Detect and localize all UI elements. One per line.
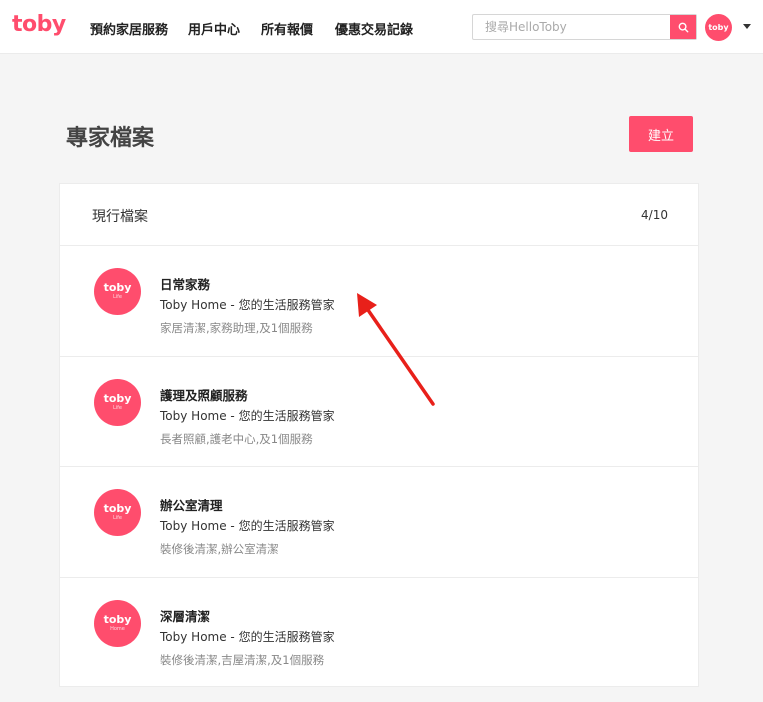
avatar-sub-text: Home xyxy=(110,625,125,632)
create-profile-button[interactable]: 建立 xyxy=(629,116,693,152)
profile-avatar: toby Home xyxy=(94,599,141,647)
profile-subtitle: Toby Home - 您的生活服務管家 xyxy=(160,629,335,644)
profile-services: 長者照顧,護老中心,及1個服務 xyxy=(160,431,313,446)
profile-avatar: toby Life xyxy=(94,378,141,426)
profile-avatar: toby Life xyxy=(94,268,141,315)
avatar-sub-text: Life xyxy=(112,515,122,521)
profile-item[interactable]: toby Home 深層清潔 Toby Home - 您的生活服務管家 裝修後清… xyxy=(60,578,698,689)
profile-subtitle: Toby Home - 您的生活服務管家 xyxy=(160,519,335,533)
profile-item[interactable]: toby Life 日常家務 Toby Home - 您的生活服務管家 家居清潔… xyxy=(60,246,698,357)
search-icon xyxy=(678,22,688,32)
card-header: 現行檔案 4/10 xyxy=(60,184,698,246)
profile-services: 裝修後清潔,吉屋清潔,及1個服務 xyxy=(160,652,325,667)
page-title: 專家檔案 xyxy=(66,126,155,151)
nav-item-deal-records[interactable]: 優惠交易記錄 xyxy=(335,19,413,38)
profile-subtitle: Toby Home - 您的生活服務管家 xyxy=(160,298,335,312)
profile-count: 4/10 xyxy=(641,208,668,222)
card-title: 現行檔案 xyxy=(92,209,148,225)
profile-name: 日常家務 xyxy=(160,277,211,292)
search-input[interactable] xyxy=(473,15,671,39)
nav-item-all-quotes[interactable]: 所有報價 xyxy=(261,19,313,38)
profiles-card: 現行檔案 4/10 toby Life 日常家務 Toby Home - 您的生… xyxy=(59,183,699,687)
top-navbar: toby 預約家居服務 用戶中心 所有報價 優惠交易記錄 toby xyxy=(0,0,763,54)
profile-name: 辦公室清理 xyxy=(160,498,223,513)
profile-item[interactable]: toby Life 護理及照顧服務 Toby Home - 您的生活服務管家 長… xyxy=(60,357,698,467)
nav-item-user-center[interactable]: 用戶中心 xyxy=(188,19,240,38)
toby-logo[interactable]: toby xyxy=(12,12,66,37)
user-avatar[interactable]: toby xyxy=(705,14,732,41)
profile-name: 深層清潔 xyxy=(160,608,211,624)
profile-subtitle: Toby Home - 您的生活服務管家 xyxy=(160,408,335,423)
avatar-sub-text: Life xyxy=(112,294,122,300)
avatar-brand-text: toby xyxy=(103,281,132,294)
profile-item[interactable]: toby Life 辦公室清理 Toby Home - 您的生活服務管家 裝修後… xyxy=(60,467,698,578)
avatar-sub-text: Life xyxy=(112,404,122,411)
profile-services: 家居清潔,家務助理,及1個服務 xyxy=(160,321,313,335)
search-box xyxy=(472,14,697,40)
avatar-brand-text: toby xyxy=(103,612,132,626)
profile-avatar: toby Life xyxy=(94,489,141,536)
avatar-brand-text: toby xyxy=(103,502,132,515)
chevron-down-icon[interactable] xyxy=(743,24,751,29)
profile-name: 護理及照顧服務 xyxy=(160,387,248,403)
search-button[interactable] xyxy=(670,15,696,39)
nav-item-book-service[interactable]: 預約家居服務 xyxy=(90,19,168,38)
avatar-brand-text: toby xyxy=(103,391,132,405)
profile-services: 裝修後清潔,辦公室清潔 xyxy=(160,542,279,556)
